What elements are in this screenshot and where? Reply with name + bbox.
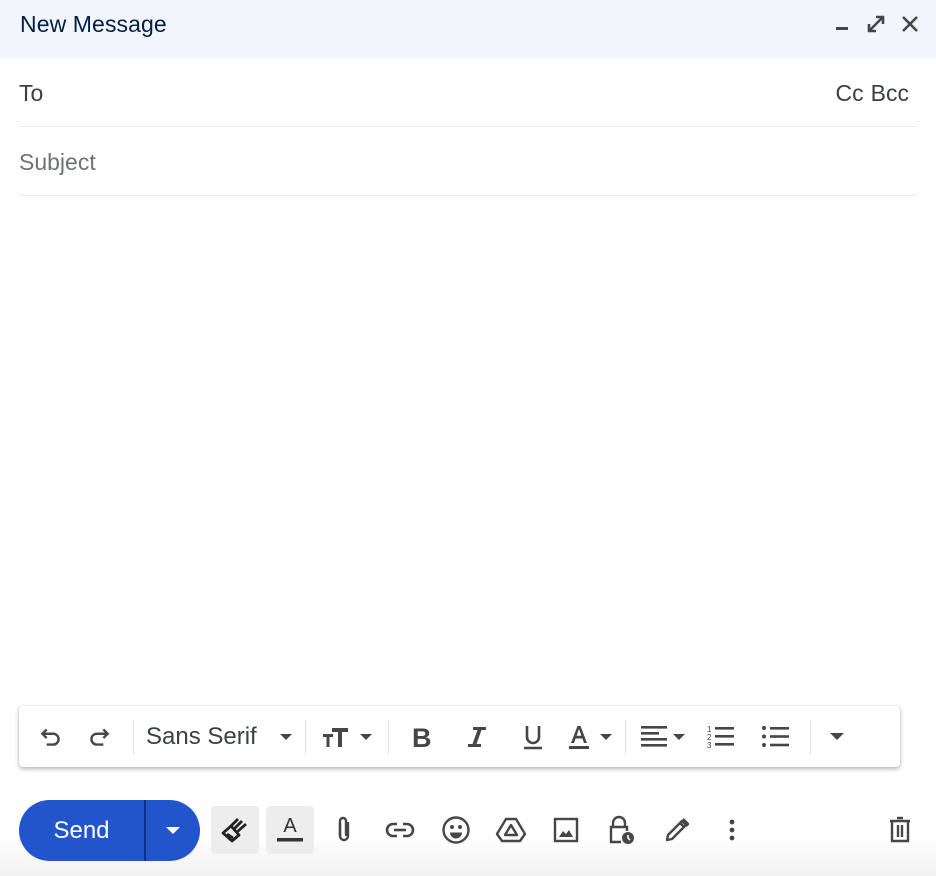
more-options-button[interactable] <box>708 806 756 854</box>
discard-draft-button[interactable] <box>876 806 924 854</box>
toolbar-divider <box>624 719 626 754</box>
text-color-icon <box>568 725 589 749</box>
window-controls <box>830 12 922 36</box>
cc-bcc-links: Cc Bcc <box>836 80 909 107</box>
message-body[interactable] <box>19 198 917 698</box>
font-family-value: Sans Serif <box>146 722 257 750</box>
bulleted-list-button[interactable] <box>748 717 804 757</box>
minimize-button[interactable] <box>830 12 854 36</box>
paint-brush-icon <box>221 818 247 843</box>
link-icon <box>385 822 415 838</box>
italic-icon <box>467 726 486 747</box>
bcc-link[interactable]: Bcc <box>871 80 909 107</box>
fullscreen-icon <box>867 15 885 33</box>
formatting-toolbar: Sans Serif B 1 2 3 <box>19 706 900 767</box>
redo-button[interactable] <box>71 717 127 757</box>
numbered-list-icon: 1 2 3 <box>707 725 734 750</box>
compose-header: New Message <box>0 0 936 58</box>
emoji-icon <box>442 816 470 844</box>
chevron-down-icon <box>165 827 180 834</box>
insert-link-button[interactable] <box>376 806 424 854</box>
trash-icon <box>890 816 910 843</box>
undo-icon <box>40 728 60 746</box>
toolbar-divider <box>133 719 134 754</box>
subject-input[interactable] <box>19 141 917 181</box>
underline-button[interactable] <box>505 717 561 757</box>
compose-bottom-toolbar: Send A <box>0 776 936 876</box>
text-formatting-icon: A <box>277 815 303 842</box>
fullscreen-button[interactable] <box>864 12 888 36</box>
font-family-select[interactable]: Sans Serif <box>140 717 299 757</box>
chevron-down-icon <box>359 733 372 740</box>
send-button[interactable]: Send <box>19 800 144 861</box>
to-input[interactable] <box>59 72 807 112</box>
svg-text:B: B <box>412 724 432 750</box>
insert-signature-button[interactable] <box>653 806 701 854</box>
to-field-row: To Cc Bcc <box>19 58 917 127</box>
cc-link[interactable]: Cc <box>836 80 864 107</box>
text-formatting-button[interactable]: A <box>266 806 314 854</box>
more-vert-icon <box>729 819 735 841</box>
paperclip-icon <box>338 816 350 842</box>
chevron-down-icon <box>829 733 844 740</box>
text-color-button[interactable] <box>561 717 619 757</box>
more-formatting-button[interactable] <box>817 717 857 757</box>
bold-button[interactable]: B <box>395 717 449 757</box>
insert-emoji-button[interactable] <box>432 806 480 854</box>
insert-drive-button[interactable] <box>487 806 535 854</box>
toolbar-divider <box>809 719 811 754</box>
bulleted-list-icon <box>761 725 789 747</box>
chevron-down-icon <box>599 733 612 740</box>
underline-icon <box>523 725 542 749</box>
align-left-icon <box>640 725 667 747</box>
lock-clock-icon <box>609 815 634 844</box>
chevron-down-icon <box>672 733 685 740</box>
subject-field-row: Subject <box>19 127 917 196</box>
align-button[interactable] <box>632 717 694 757</box>
close-button[interactable] <box>898 12 922 36</box>
svg-text:A: A <box>283 815 297 837</box>
insert-photo-button[interactable] <box>542 806 590 854</box>
send-options-button[interactable] <box>146 800 201 861</box>
toolbar-divider <box>304 719 306 754</box>
toolbar-divider <box>387 719 389 754</box>
confidential-mode-button[interactable] <box>597 806 645 854</box>
svg-text:3: 3 <box>707 741 712 750</box>
minimize-icon <box>836 27 848 30</box>
close-icon <box>902 16 918 32</box>
numbered-list-button[interactable]: 1 2 3 <box>694 717 748 757</box>
font-size-icon <box>322 727 348 747</box>
compose-title: New Message <box>20 11 167 37</box>
google-drive-icon <box>495 817 527 843</box>
photo-icon <box>553 817 579 843</box>
to-label: To <box>19 80 44 106</box>
font-size-button[interactable] <box>312 717 382 757</box>
italic-button[interactable] <box>449 717 505 757</box>
undo-button[interactable] <box>33 717 69 757</box>
formatting-options-button[interactable] <box>211 806 259 854</box>
attach-files-button[interactable] <box>320 806 368 854</box>
chevron-down-icon <box>279 733 292 740</box>
redo-icon <box>90 728 110 746</box>
send-button-group: Send <box>19 800 200 861</box>
pen-icon <box>665 818 690 842</box>
bold-icon: B <box>412 724 432 750</box>
